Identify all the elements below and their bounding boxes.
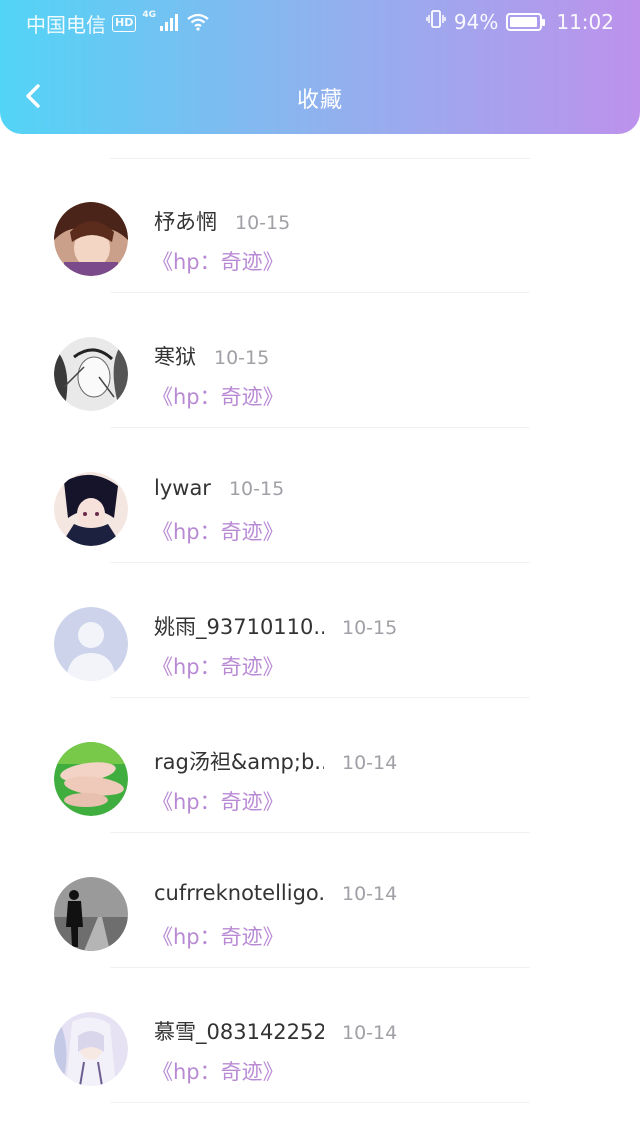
signal-icon [160,12,180,36]
favorite-date: 10-14 [342,1022,398,1044]
list-item[interactable]: rag汤袒&amp;b... 10-14 《hp：奇迹》 [0,698,640,833]
favorite-date: 10-14 [342,883,398,905]
book-title-link[interactable]: 《hp：奇迹》 [152,246,284,276]
name-line: rag汤袒&amp;b... 10-14 [154,746,397,776]
book-title-link[interactable]: 《hp：奇迹》 [152,921,284,951]
user-name[interactable]: rag汤袒&amp;b... [154,746,324,776]
clock: 11:02 [556,9,614,34]
name-line: lywar 10-15 [154,476,284,500]
wifi-icon [186,12,210,36]
user-name[interactable]: 寒狱 [154,341,196,371]
book-title-link[interactable]: 《hp：奇迹》 [152,516,284,546]
list-item[interactable]: 姚雨_93710110... 10-15 《hp：奇迹》 [0,563,640,698]
list-item[interactable]: cufrreknotelligo... 10-14 《hp：奇迹》 [0,833,640,968]
user-name[interactable]: 慕雪_083142252 [154,1016,324,1046]
battery-percent: 94% [453,9,499,34]
name-line: 杼あ惘 10-15 [154,206,290,236]
favorite-date: 10-15 [228,478,285,500]
favorite-date: 10-15 [235,212,291,234]
status-right: 94% 11:02 [426,9,614,34]
name-line: 姚雨_93710110... 10-15 [154,611,397,641]
list-item[interactable]: 慕雪_083142252 10-14 《hp：奇迹》 [0,968,640,1103]
avatar[interactable] [54,337,128,411]
book-title-link[interactable]: 《hp：奇迹》 [152,1056,284,1086]
status-left: 中国电信 HD 4G [26,9,210,38]
book-title-link[interactable]: 《hp：奇迹》 [152,651,284,681]
name-line: 慕雪_083142252 10-14 [154,1016,397,1046]
divider [110,1102,530,1103]
favorite-date: 10-14 [342,752,398,774]
avatar[interactable] [54,472,128,546]
name-line: 寒狱 10-15 [154,341,269,371]
favorite-date: 10-15 [214,347,270,369]
vibrate-icon [426,9,446,34]
hd-badge: HD [112,15,137,32]
network-type: 4G [142,10,156,20]
book-title-link[interactable]: 《hp：奇迹》 [152,786,284,816]
list-item[interactable]: lywar 10-15 《hp：奇迹》 [0,428,640,563]
book-title-link[interactable]: 《hp：奇迹》 [152,381,284,411]
list-item[interactable]: 寒狱 10-15 《hp：奇迹》 [0,293,640,428]
page-title: 收藏 [296,88,343,113]
user-name[interactable]: cufrreknotelligo... [154,881,324,905]
avatar[interactable] [54,742,128,816]
avatar[interactable] [54,607,128,681]
favorites-list: 杼あ惘 10-15 《hp：奇迹》 寒狱 10-15 《hp：奇迹》 lywar 10-15 《… [0,158,640,1103]
favorite-date: 10-15 [342,617,398,639]
status-bar: 中国电信 HD 4G 94% 11:02 [0,0,640,44]
battery-icon [506,12,546,31]
avatar[interactable] [54,202,128,276]
avatar[interactable] [54,877,128,951]
name-line: cufrreknotelligo... 10-14 [154,881,397,905]
app-header: 中国电信 HD 4G 94% 11:02 收藏 [0,0,640,134]
user-name[interactable]: 杼あ惘 [154,206,217,236]
avatar[interactable] [54,1012,128,1086]
user-name[interactable]: 姚雨_93710110... [154,611,324,641]
list-item[interactable]: 杼あ惘 10-15 《hp：奇迹》 [0,158,640,293]
user-name[interactable]: lywar [154,476,211,500]
carrier-label: 中国电信 [26,13,106,37]
